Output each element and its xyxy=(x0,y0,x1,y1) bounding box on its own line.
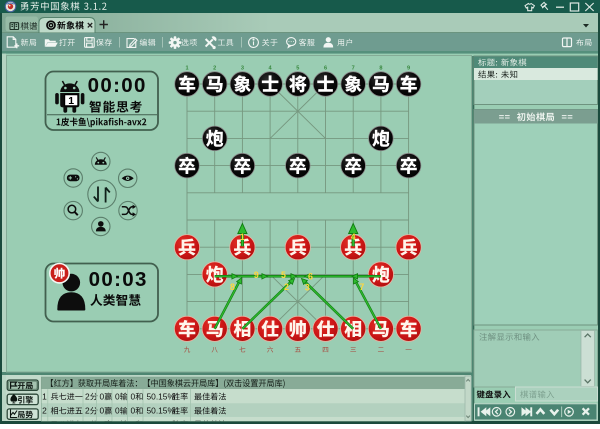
svg-text:0: 0 xyxy=(131,392,136,402)
svg-text:00:03: 00:03 xyxy=(89,268,148,291)
svg-text:9: 9 xyxy=(254,270,259,280)
svg-text:0: 0 xyxy=(100,406,105,416)
svg-text:50.15%: 50.15% xyxy=(147,392,176,402)
svg-text:0: 0 xyxy=(100,392,105,402)
svg-text:5: 5 xyxy=(281,270,286,280)
svg-text:1: 1 xyxy=(185,65,188,71)
svg-text:0: 0 xyxy=(115,406,120,416)
svg-text:8: 8 xyxy=(379,65,382,71)
svg-text:8: 8 xyxy=(230,282,235,292)
svg-text:4: 4 xyxy=(351,232,356,242)
svg-text:3: 3 xyxy=(305,283,310,293)
svg-text:6: 6 xyxy=(308,272,313,282)
svg-text:2: 2 xyxy=(213,65,216,71)
svg-text:1: 1 xyxy=(240,232,245,242)
svg-text:50.15%: 50.15% xyxy=(147,406,176,416)
svg-text:1: 1 xyxy=(68,95,74,107)
svg-text:2: 2 xyxy=(85,406,90,416)
svg-text:7: 7 xyxy=(359,282,364,292)
svg-text:2: 2 xyxy=(284,282,289,292)
svg-text:0: 0 xyxy=(115,392,120,402)
svg-text:5: 5 xyxy=(296,65,299,71)
svg-text:9: 9 xyxy=(407,65,410,71)
svg-text:2: 2 xyxy=(85,392,90,402)
svg-text:2: 2 xyxy=(42,406,47,416)
svg-text:0: 0 xyxy=(131,406,136,416)
svg-text:00:00: 00:00 xyxy=(88,74,147,97)
svg-text:3: 3 xyxy=(241,65,244,71)
svg-text:1: 1 xyxy=(42,392,47,402)
svg-text:6: 6 xyxy=(324,65,327,71)
svg-text:7: 7 xyxy=(352,65,355,71)
